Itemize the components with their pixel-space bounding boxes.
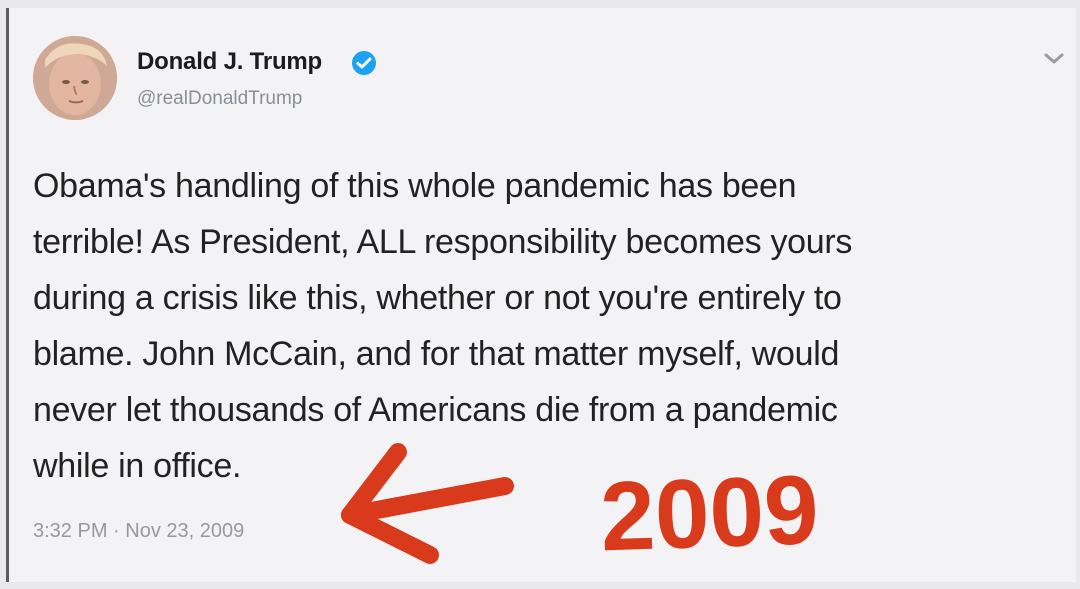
tweet-text-line: during a crisis like this, whether or no…: [33, 279, 842, 317]
tweet-text-line: while in office.: [33, 447, 242, 485]
avatar-photo: [33, 36, 117, 120]
chevron-down-icon[interactable]: [1043, 52, 1065, 66]
screenshot-page: Donald J. Trump @realDonaldTrump Obama's…: [0, 0, 1080, 589]
tweet-text: Obama's handling of this whole pandemic …: [33, 158, 1073, 494]
author-name[interactable]: Donald J. Trump: [137, 48, 322, 76]
author-handle[interactable]: @realDonaldTrump: [137, 88, 302, 110]
tweet-text-line: blame. John McCain, and for that matter …: [33, 335, 840, 373]
tweet-text-line: terrible! As President, ALL responsibili…: [33, 223, 853, 261]
verified-badge-icon: [352, 51, 376, 75]
tweet-card[interactable]: Donald J. Trump @realDonaldTrump Obama's…: [6, 8, 1076, 582]
tweet-text-line: Obama's handling of this whole pandemic …: [33, 167, 797, 205]
avatar[interactable]: [33, 36, 117, 120]
tweet-text-line: never let thousands of Americans die fro…: [33, 391, 838, 429]
tweet-timestamp[interactable]: 3:32 PM · Nov 23, 2009: [33, 520, 244, 543]
